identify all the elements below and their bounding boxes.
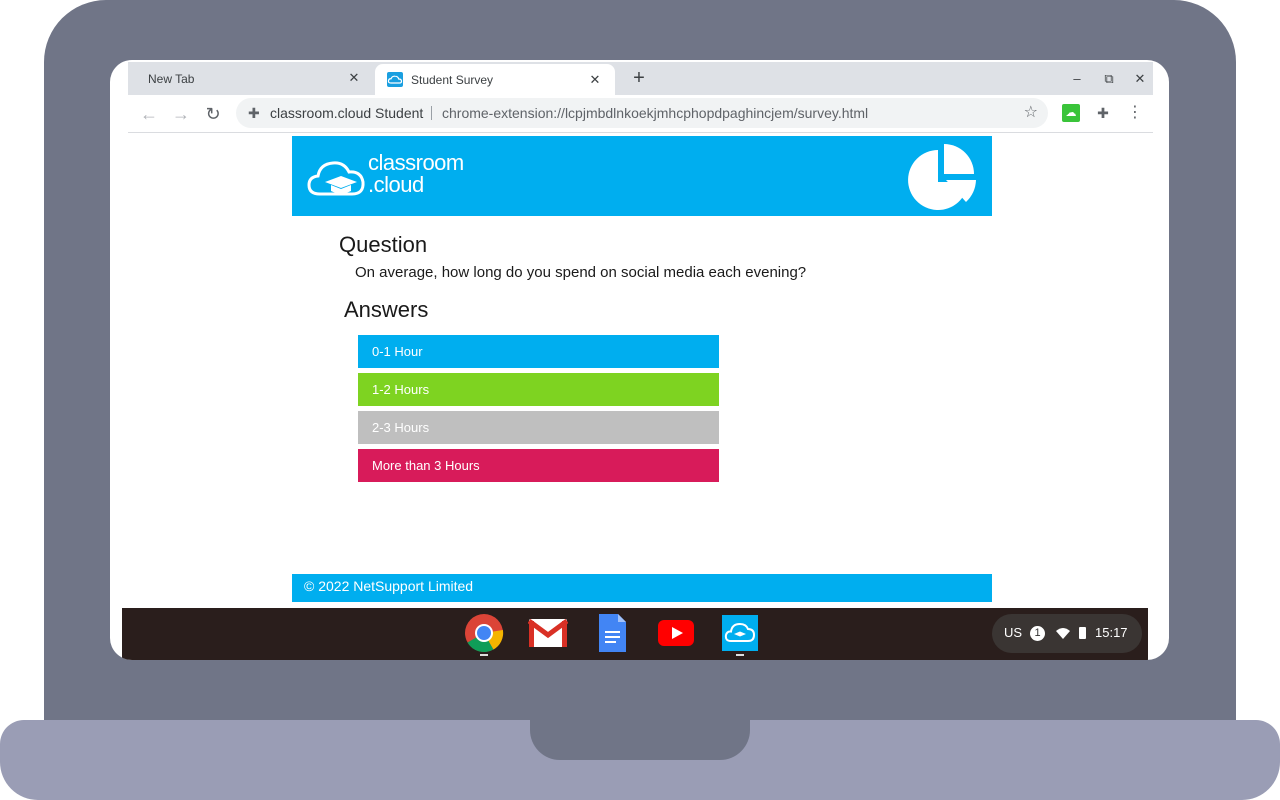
pie-chart-icon: [904, 142, 978, 219]
page-footer: © 2022 NetSupport Limited: [292, 574, 992, 602]
wifi-icon: [1056, 627, 1070, 642]
browser-toolbar: ← → ↻ ✚ classroom.cloud Student chrome-e…: [128, 95, 1153, 133]
chromeos-shelf: US 1 15:17: [122, 608, 1148, 660]
menu-icon[interactable]: ⋮: [1126, 104, 1144, 122]
tab-title: Student Survey: [411, 72, 494, 87]
extensions-icon[interactable]: ✚: [1094, 104, 1112, 122]
answer-option-0-1-hour[interactable]: 0-1 Hour: [358, 335, 719, 368]
close-icon[interactable]: ✕: [587, 72, 603, 88]
puzzle-icon: ✚: [248, 105, 260, 121]
classroom-cloud-logo-icon: [306, 154, 368, 207]
answers-heading: Answers: [344, 297, 429, 322]
chrome-icon[interactable]: [463, 612, 505, 656]
clock: 15:17: [1095, 625, 1128, 640]
classroom-cloud-icon[interactable]: [719, 612, 761, 656]
header-banner: classroom .cloud: [292, 136, 992, 216]
tab-strip: New Tab ✕ Student Survey ✕ + – ⧉ ✕: [128, 62, 1153, 95]
restore-icon[interactable]: ⧉: [1099, 69, 1119, 89]
logo-text: classroom .cloud: [368, 152, 464, 196]
tab-title: New Tab: [148, 71, 195, 86]
classroom-cloud-favicon-icon: [387, 72, 403, 87]
divider: [431, 106, 432, 120]
window-close-icon[interactable]: ✕: [1130, 69, 1150, 89]
running-indicator: [480, 654, 488, 656]
new-tab-button[interactable]: +: [628, 67, 650, 89]
logo-line-2: .cloud: [368, 172, 424, 197]
battery-icon: [1079, 627, 1086, 639]
site-name: classroom.cloud Student: [270, 105, 424, 121]
docs-icon[interactable]: [591, 612, 633, 654]
logo-line-1: classroom: [368, 150, 464, 175]
reload-icon[interactable]: ↻: [202, 103, 224, 125]
question-heading: Question: [339, 232, 428, 257]
url-text[interactable]: chrome-extension://lcpjmbdlnkoekjmhcphop…: [442, 98, 868, 128]
answer-option-more-than-3-hours[interactable]: More than 3 Hours: [358, 449, 719, 482]
tab-new-tab[interactable]: New Tab ✕: [128, 62, 374, 95]
gmail-icon[interactable]: [527, 612, 569, 654]
youtube-icon[interactable]: [655, 612, 697, 654]
notification-badge: 1: [1030, 626, 1045, 641]
survey-page: classroom .cloud Question On average, ho…: [110, 133, 1169, 608]
system-tray[interactable]: US 1 15:17: [992, 614, 1142, 653]
laptop-notch: [530, 720, 750, 760]
forward-icon[interactable]: →: [170, 103, 192, 125]
star-icon[interactable]: ☆: [1024, 98, 1038, 128]
classroom-extension-icon[interactable]: ☁: [1062, 104, 1080, 122]
answer-option-1-2-hours[interactable]: 1-2 Hours: [358, 373, 719, 406]
close-icon[interactable]: ✕: [346, 70, 362, 86]
screen: New Tab ✕ Student Survey ✕ + – ⧉ ✕ ← → ↻…: [110, 60, 1169, 660]
running-indicator: [736, 654, 744, 656]
question-text: On average, how long do you spend on soc…: [355, 264, 807, 281]
minimize-icon[interactable]: –: [1067, 69, 1087, 89]
answer-option-2-3-hours[interactable]: 2-3 Hours: [358, 411, 719, 444]
input-language: US: [1004, 625, 1023, 640]
address-bar[interactable]: ✚ classroom.cloud Student chrome-extensi…: [236, 98, 1048, 128]
back-icon[interactable]: ←: [138, 103, 160, 125]
tab-student-survey[interactable]: Student Survey ✕: [375, 64, 615, 95]
